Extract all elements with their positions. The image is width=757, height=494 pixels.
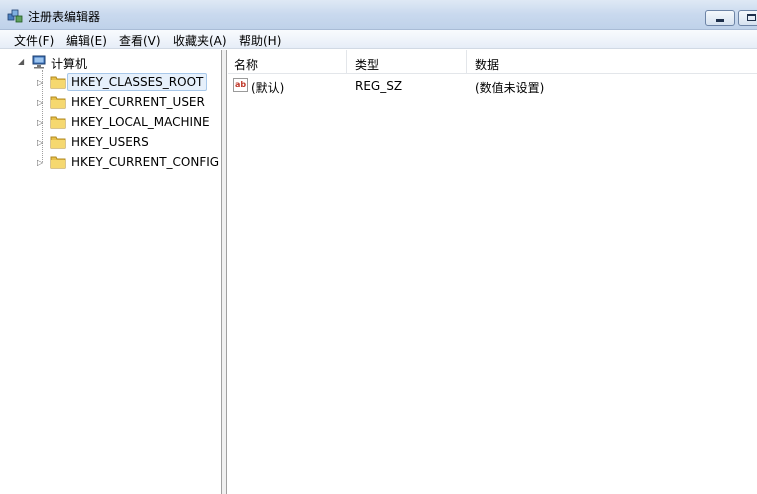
value-name: (默认) [251,81,285,95]
expand-arrow-icon[interactable]: ▷ [37,118,43,127]
tree-label: HKEY_CLASSES_ROOT [67,73,208,91]
key-tree[interactable]: ◢ 计算机 ▷ HKEY_CLASSES_ROOT ▷ HKEY_CURRENT… [0,50,222,494]
computer-icon [32,55,46,69]
menu-edit[interactable]: 编辑(E) [66,32,107,49]
title-bar: 注册表编辑器 [0,0,757,30]
column-header-type[interactable]: 类型 [355,56,379,73]
expand-arrow-icon[interactable]: ▷ [37,98,43,107]
value-data: (数值未设置) [475,81,545,95]
string-value-icon: ab [233,78,248,92]
column-divider[interactable] [346,50,347,74]
registry-editor-icon [7,9,23,23]
minimize-button[interactable] [705,10,735,26]
folder-icon [50,116,66,129]
expand-arrow-icon[interactable]: ▷ [37,158,43,167]
tree-item-hkey-local-machine[interactable]: ▷ HKEY_LOCAL_MACHINE [0,113,220,131]
menu-bar: 文件(F) 编辑(E) 查看(V) 收藏夹(A) 帮助(H) [0,30,757,49]
tree-item-hkey-users[interactable]: ▷ HKEY_USERS [0,133,220,151]
maximize-icon [747,14,756,21]
list-row[interactable]: ab (默认) REG_SZ (数值未设置) [228,77,757,95]
list-header: 名称 类型 数据 [228,50,757,74]
folder-icon [50,96,66,109]
expand-arrow-icon[interactable]: ▷ [37,78,43,87]
pane-splitter[interactable] [222,50,227,494]
tree-item-computer[interactable]: ◢ 计算机 [0,53,220,71]
menu-favorites[interactable]: 收藏夹(A) [173,32,227,49]
folder-icon [50,76,66,89]
tree-label: HKEY_USERS [71,135,149,149]
value-type: REG_SZ [355,79,403,93]
value-list[interactable]: 名称 类型 数据 ab (默认) REG_SZ (数值未设置) [228,50,757,494]
menu-view[interactable]: 查看(V) [119,32,161,49]
folder-icon [50,156,66,169]
maximize-button[interactable] [738,10,757,26]
minimize-icon [716,19,724,22]
column-header-name[interactable]: 名称 [234,56,258,73]
tree-item-hkey-classes-root[interactable]: ▷ HKEY_CLASSES_ROOT [0,73,220,91]
menu-file[interactable]: 文件(F) [14,32,54,49]
expand-arrow-icon[interactable]: ▷ [37,138,43,147]
tree-label: HKEY_CURRENT_CONFIG [71,155,220,169]
menu-help[interactable]: 帮助(H) [239,32,281,49]
window-title: 注册表编辑器 [28,10,101,24]
tree-item-hkey-current-config[interactable]: ▷ HKEY_CURRENT_CONFIG [0,153,220,171]
tree-label: HKEY_CURRENT_USER [71,95,205,109]
folder-icon [50,136,66,149]
tree-label-computer: 计算机 [51,57,88,71]
tree-label: HKEY_LOCAL_MACHINE [71,115,210,129]
column-header-data[interactable]: 数据 [475,56,499,73]
column-divider[interactable] [466,50,467,74]
tree-item-hkey-current-user[interactable]: ▷ HKEY_CURRENT_USER [0,93,220,111]
collapse-arrow-icon[interactable]: ◢ [18,57,24,66]
